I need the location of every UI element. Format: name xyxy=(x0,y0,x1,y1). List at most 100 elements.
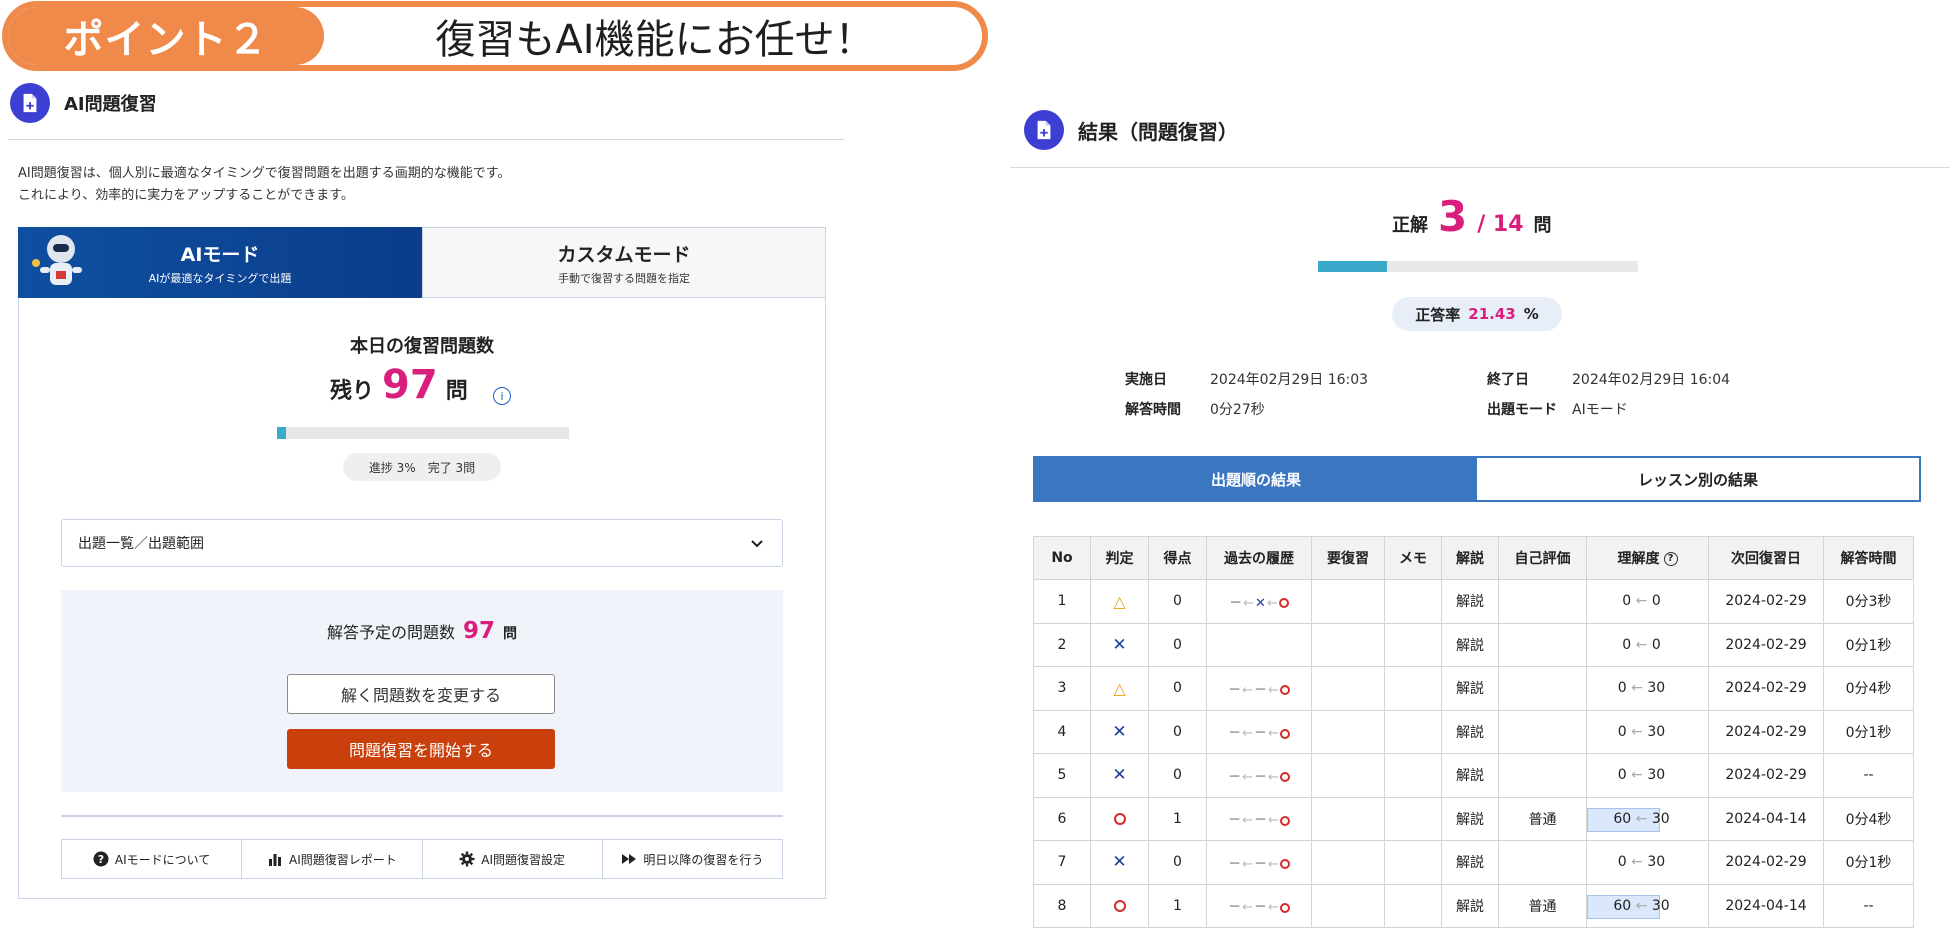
help-icon[interactable]: ? xyxy=(1663,552,1678,566)
col-header: 要復習 xyxy=(1311,536,1385,580)
explanation-link[interactable]: 解説 xyxy=(1456,681,1484,697)
cell-judge xyxy=(1090,796,1149,841)
explanation-link[interactable]: 解説 xyxy=(1456,899,1484,915)
table-row: 4 ✕ 0 －←－← 解説 0 ← 30 2024-02-29 0分1秒 xyxy=(1033,709,1914,754)
cell-memo[interactable] xyxy=(1384,796,1442,841)
accuracy-badge: 正答率 21.43 % xyxy=(1392,297,1562,331)
tab-custom-label: カスタムモード xyxy=(557,243,691,266)
tab-custom-sub: 手動で復習する問題を指定 xyxy=(558,271,690,285)
cell-judge: ✕ xyxy=(1090,709,1149,754)
cell-understanding: 0 ← 0 xyxy=(1586,622,1709,667)
cell-understanding: 0 ← 30 xyxy=(1586,666,1709,711)
understanding-new: 60 xyxy=(1613,897,1632,914)
understanding-new: 0 xyxy=(1622,593,1632,610)
understanding-old: 30 xyxy=(1651,897,1670,914)
cell-answer-time: -- xyxy=(1823,753,1914,798)
explanation-link[interactable]: 解説 xyxy=(1456,725,1484,741)
range-dropdown[interactable]: 出題一覧／出題範囲 xyxy=(61,519,783,567)
history-marks: －←－← xyxy=(1228,726,1290,741)
cell-needs-review[interactable] xyxy=(1311,622,1385,667)
cell-needs-review[interactable] xyxy=(1311,840,1385,885)
link-report[interactable]: AI問題復習レポート xyxy=(242,840,423,878)
tab-lesson-result[interactable]: レッスン別の結果 xyxy=(1477,458,1919,500)
cell-score: 0 xyxy=(1148,622,1207,667)
triangle-mark-icon: △ xyxy=(1113,591,1126,611)
understanding-old: 0 xyxy=(1651,593,1661,610)
link-label: AI問題復習レポート xyxy=(289,852,397,867)
history-marks: －←✕← xyxy=(1229,596,1289,611)
tab-order-result[interactable]: 出題順の結果 xyxy=(1035,458,1477,500)
tab-ai-sub: AIが最適なタイミングで出題 xyxy=(148,271,292,285)
cell-next-date: 2024-02-29 xyxy=(1708,622,1824,667)
cell-no: 6 xyxy=(1033,796,1091,841)
score-unit: 問 xyxy=(1533,215,1552,236)
link-settings[interactable]: AI問題復習設定 xyxy=(423,840,603,878)
link-about-ai-mode[interactable]: ? AIモードについて xyxy=(62,840,243,878)
gear-icon xyxy=(459,851,475,867)
cell-needs-review[interactable] xyxy=(1311,753,1385,798)
cross-mark-icon: ✕ xyxy=(1112,634,1127,655)
cell-explanation: 解説 xyxy=(1441,709,1499,754)
meta-label: 解答時間 xyxy=(1125,402,1181,418)
cell-judge: ✕ xyxy=(1090,840,1149,885)
cell-memo[interactable] xyxy=(1384,579,1442,624)
understanding-old: 0 xyxy=(1651,636,1661,653)
triangle-mark-icon: △ xyxy=(1113,678,1126,698)
cell-answer-time: 0分1秒 xyxy=(1823,622,1914,667)
info-icon[interactable]: i xyxy=(493,387,511,405)
results-table: No 判定 得点 過去の履歴 要復習 メモ 解説 自己評価 理解度? 次回復習日… xyxy=(1033,536,1914,928)
explanation-link[interactable]: 解説 xyxy=(1456,768,1484,784)
tab-custom-mode[interactable]: カスタムモード 手動で復習する問題を指定 xyxy=(422,227,826,298)
cell-answer-time: 0分4秒 xyxy=(1823,796,1914,841)
cell-needs-review[interactable] xyxy=(1311,709,1385,754)
link-label: AIモードについて xyxy=(114,852,211,867)
right-title: 結果（問題復習） xyxy=(1078,119,1238,144)
cell-memo[interactable] xyxy=(1384,622,1442,667)
explanation-link[interactable]: 解説 xyxy=(1456,812,1484,828)
divider xyxy=(1010,167,1950,168)
cell-no: 4 xyxy=(1033,709,1091,754)
link-review-ahead[interactable]: 明日以降の復習を行う xyxy=(603,840,782,878)
cell-memo[interactable] xyxy=(1384,753,1442,798)
explanation-link[interactable]: 解説 xyxy=(1456,638,1484,654)
understanding-text: 60 ← 30 xyxy=(1613,897,1670,914)
table-row: 2 ✕ 0 解説 0 ← 0 2024-02-29 0分1秒 xyxy=(1033,622,1914,667)
col-header: 得点 xyxy=(1148,536,1207,580)
cell-needs-review[interactable] xyxy=(1311,796,1385,841)
cell-no: 7 xyxy=(1033,840,1091,885)
explanation-link[interactable]: 解説 xyxy=(1456,594,1484,610)
remaining-value: 97 xyxy=(382,362,438,408)
history-marks: －←－← xyxy=(1228,770,1290,785)
understanding-new: 0 xyxy=(1617,680,1627,697)
accuracy-unit: % xyxy=(1523,305,1539,323)
start-review-button[interactable]: 問題復習を開始する xyxy=(287,729,555,769)
right-section-header: 結果（問題復習） xyxy=(1024,110,1238,150)
cell-history: －←－← xyxy=(1206,840,1312,885)
cell-memo[interactable] xyxy=(1384,840,1442,885)
cell-no: 1 xyxy=(1033,579,1091,624)
cell-explanation: 解説 xyxy=(1441,796,1499,841)
cell-self-eval: 普通 xyxy=(1498,796,1587,841)
understanding-text: 0 ← 0 xyxy=(1622,636,1661,653)
meta-label: 実施日 xyxy=(1125,372,1167,388)
cell-memo[interactable] xyxy=(1384,709,1442,754)
explanation-link[interactable]: 解説 xyxy=(1456,855,1484,871)
cell-score: 1 xyxy=(1148,796,1207,841)
tab-ai-mode[interactable]: AIモード AIが最適なタイミングで出題 xyxy=(18,227,422,298)
cell-needs-review[interactable] xyxy=(1311,666,1385,711)
understanding-old: 30 xyxy=(1647,723,1666,740)
cell-next-date: 2024-02-29 xyxy=(1708,579,1824,624)
total-count: / 14 xyxy=(1477,212,1524,237)
table-row: 3 △ 0 －←－← 解説 0 ← 30 2024-02-29 0分4秒 xyxy=(1033,666,1914,711)
col-header-understanding: 理解度? xyxy=(1586,536,1709,580)
today-title: 本日の復習問題数 xyxy=(350,336,494,357)
change-count-button[interactable]: 解く問題数を変更する xyxy=(287,674,555,714)
cell-self-eval xyxy=(1498,579,1587,624)
cell-needs-review[interactable] xyxy=(1311,579,1385,624)
meta-label: 出題モード xyxy=(1487,402,1557,418)
progress-badge: 進捗 3% 完了 3問 xyxy=(343,453,501,481)
cell-history xyxy=(1206,622,1312,667)
accuracy-label: 正答率 xyxy=(1415,305,1461,324)
history-marks: －←－← xyxy=(1228,683,1290,698)
cell-memo[interactable] xyxy=(1384,666,1442,711)
